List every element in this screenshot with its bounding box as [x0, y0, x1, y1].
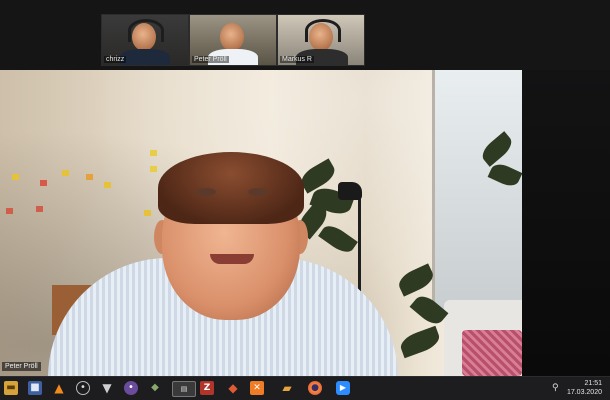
folder-icon[interactable]: ▬ [4, 381, 18, 395]
speaker-eye [196, 188, 216, 196]
active-speaker-video[interactable] [0, 70, 522, 376]
sticky-note [6, 208, 13, 214]
sticky-note [104, 182, 111, 188]
sticky-note [36, 206, 43, 212]
sticky-note [12, 174, 19, 180]
participant-shirt [120, 49, 170, 65]
gimp-icon[interactable]: • [124, 381, 138, 395]
participant-video [220, 23, 244, 51]
bag-icon[interactable]: ▰ [280, 381, 294, 395]
sticky-note [150, 166, 157, 172]
inkscape-icon[interactable]: ▼ [100, 381, 114, 395]
sticky-note [144, 210, 151, 216]
clock-date: 17.03.2020 [566, 389, 602, 396]
screen-edge [522, 70, 610, 376]
sticky-note [62, 170, 69, 176]
clock-time: 21:51 [584, 380, 602, 387]
sticky-note [150, 150, 157, 156]
participant-tile-peter[interactable]: Peter Pröll [189, 14, 277, 66]
lamp-head [338, 182, 362, 200]
vlc-icon[interactable]: ▲ [52, 381, 66, 395]
participant-tile-chrizz[interactable]: chrizz [101, 14, 189, 66]
participant-name: Peter Pröll [192, 56, 229, 63]
git-icon[interactable]: ◆ [226, 381, 240, 395]
system-clock[interactable]: 21:51 17.03.2020 [567, 379, 602, 397]
participant-name: Markus R [280, 56, 314, 63]
firefox-icon[interactable]: ● [308, 381, 322, 395]
speaker-hair [158, 152, 304, 224]
sticky-note [86, 174, 93, 180]
zoom-icon[interactable]: ▶ [336, 381, 350, 395]
speaker-eye [248, 188, 268, 196]
active-speaker-name: Peter Pröll [2, 362, 41, 371]
speaker-mouth [210, 254, 254, 264]
participant-name: chrizz [104, 56, 127, 63]
taskbar: ▬ ■ ▲ • ▼ • ◆ ▤ Z ◆ ✕ ▰ ● ▶ ⚲ 21:51 17.0… [0, 376, 610, 400]
network-icon[interactable]: ⚲ [552, 383, 562, 393]
game-icon[interactable]: ◆ [148, 381, 162, 395]
obs-icon[interactable]: • [76, 381, 90, 395]
save-disk-icon[interactable]: ■ [28, 381, 42, 395]
headset [128, 19, 164, 42]
sticky-note [40, 180, 47, 186]
participant-thumbnail-strip: chrizz Peter Pröll Markus R [0, 0, 610, 70]
filezilla-icon[interactable]: Z [200, 381, 214, 395]
window [432, 70, 522, 310]
cushion [462, 330, 522, 376]
zoom-meeting-window: chrizz Peter Pröll Markus R Peter Pröll … [0, 0, 610, 400]
terminal-icon[interactable]: ▤ [172, 381, 196, 397]
participant-tile-markus[interactable]: Markus R [277, 14, 365, 66]
xampp-icon[interactable]: ✕ [250, 381, 264, 395]
headset [305, 19, 341, 42]
